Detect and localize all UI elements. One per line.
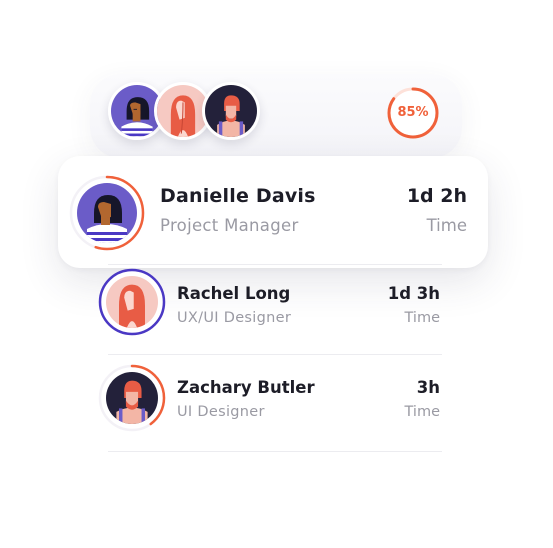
- featured-time-label: Time: [426, 216, 467, 235]
- list-item-name: Rachel Long: [177, 284, 291, 303]
- list-item-time-value: 1d 3h: [387, 284, 440, 303]
- avatar-woman-dark-hair-icon: [77, 183, 137, 243]
- list-item-name: Zachary Butler: [177, 378, 315, 397]
- avatar-man-red-hair-icon: [205, 85, 257, 137]
- avatar-zachary-butler[interactable]: [202, 82, 260, 140]
- divider: [108, 264, 442, 265]
- team-avatar-stack[interactable]: [108, 82, 268, 140]
- team-progress-ring: 85%: [385, 85, 441, 141]
- divider: [108, 451, 442, 452]
- featured-role: Project Manager: [160, 216, 299, 235]
- list-item-avatar[interactable]: [98, 268, 166, 336]
- list-item-time-label: Time: [404, 310, 441, 326]
- featured-name: Danielle Davis: [160, 185, 316, 207]
- featured-time-value: 1d 2h: [406, 185, 467, 207]
- list-item-role: UX/UI Designer: [177, 310, 292, 326]
- featured-avatar[interactable]: [68, 174, 146, 252]
- avatar-woman-red-hair-icon: [106, 276, 158, 328]
- list-item-avatar[interactable]: [98, 364, 166, 432]
- list-item-time-value: 3h: [416, 378, 440, 397]
- progress-percentage: 85%: [397, 105, 429, 120]
- list-item-time-label: Time: [404, 404, 441, 420]
- avatar-man-red-hair-icon: [106, 372, 158, 424]
- list-item-role: UI Designer: [177, 404, 265, 420]
- divider: [108, 354, 442, 355]
- team-time-widget: 85% Danielle Davis Project Manager 1d 2h…: [0, 0, 553, 548]
